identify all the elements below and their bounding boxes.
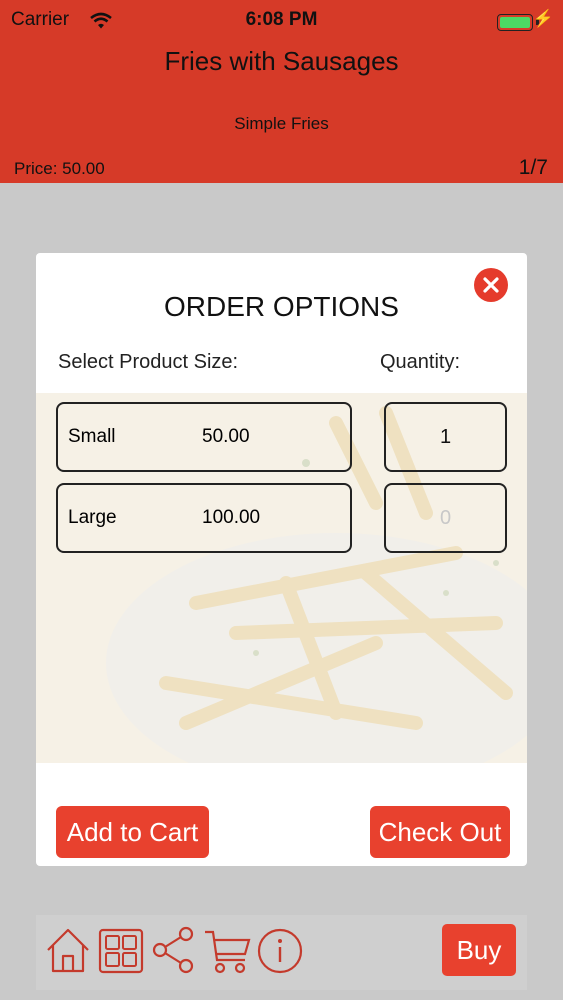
grid-icon[interactable] bbox=[98, 928, 144, 979]
size-name: Small bbox=[68, 426, 116, 447]
size-name: Large bbox=[68, 507, 117, 528]
product-title: Fries with Sausages bbox=[164, 46, 399, 76]
home-icon[interactable] bbox=[45, 926, 91, 979]
info-icon[interactable] bbox=[257, 928, 303, 979]
quantity-label: Quantity: bbox=[380, 351, 461, 373]
bottom-toolbar: Buy bbox=[36, 915, 527, 990]
check-out-button[interactable]: Check Out bbox=[370, 806, 510, 858]
add-to-cart-button[interactable]: Add to Cart bbox=[56, 806, 209, 858]
dialog-title: ORDER OPTIONS bbox=[164, 291, 399, 322]
battery-icon bbox=[497, 14, 533, 31]
clock: 6:08 PM bbox=[245, 9, 318, 30]
size-price: 100.00 bbox=[202, 507, 261, 528]
buy-button[interactable]: Buy bbox=[442, 924, 516, 976]
header: Carrier 6:08 PM ⚡ Fries with Sausages Si… bbox=[0, 0, 563, 183]
quantity-field-large[interactable]: 0 bbox=[384, 483, 507, 553]
size-option-small[interactable]: Small 50.00 bbox=[56, 402, 352, 472]
page-counter: 1/7 bbox=[518, 156, 548, 179]
size-label: Select Product Size: bbox=[58, 351, 239, 373]
share-icon[interactable] bbox=[152, 926, 196, 979]
cart-icon[interactable] bbox=[203, 926, 251, 981]
quantity-field-small[interactable]: 1 bbox=[384, 402, 507, 472]
size-option-large[interactable]: Large 100.00 bbox=[56, 483, 352, 553]
status-bar: Carrier 6:08 PM ⚡ bbox=[0, 6, 563, 34]
price-label: Price: 50.00 bbox=[14, 159, 105, 178]
charging-icon: ⚡ bbox=[532, 9, 554, 28]
product-subtitle: Simple Fries bbox=[234, 114, 329, 133]
size-price: 50.00 bbox=[202, 426, 250, 447]
order-options-dialog: ORDER OPTIONS Select Product Size: Quant… bbox=[36, 253, 527, 866]
